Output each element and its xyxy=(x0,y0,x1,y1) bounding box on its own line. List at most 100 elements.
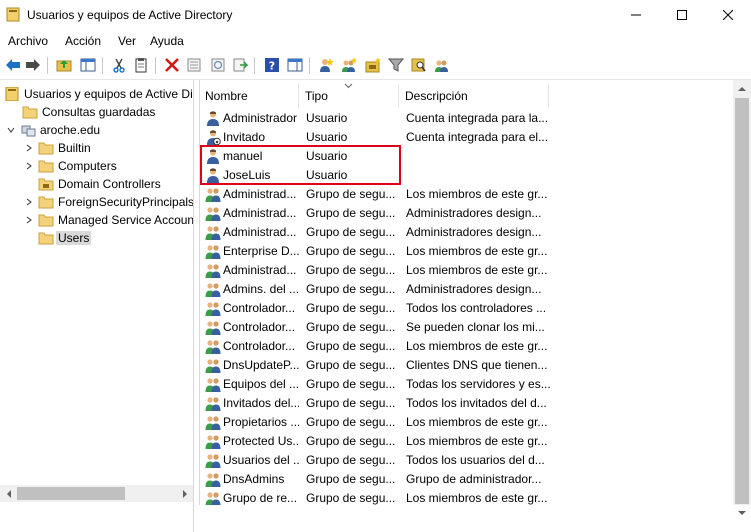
new-group-button[interactable] xyxy=(339,55,359,75)
table-row[interactable]: Enterprise D... Grupo de segu... Los miemb… xyxy=(200,241,732,260)
tree-item-aroche-edu[interactable]: aroche.edu xyxy=(6,121,100,139)
cell-tipo: Usuario xyxy=(306,129,348,144)
table-row[interactable]: Controlador... Grupo de segu... Todos los … xyxy=(200,298,732,317)
svg-text:?: ? xyxy=(269,60,275,73)
cell-nombre: Invitados del... xyxy=(205,393,299,412)
table-row[interactable]: Administrador Usuario Cuenta integrada par… xyxy=(200,108,732,127)
tree-item-builtin[interactable]: Builtin xyxy=(24,139,91,157)
group-icon xyxy=(205,282,221,297)
menu-accion[interactable]: Acción xyxy=(65,34,101,48)
scrollbar-thumb[interactable] xyxy=(735,98,749,504)
row-name: DnsAdmins xyxy=(223,471,285,486)
console-tree: Usuarios y equipos de Active Direc Consu… xyxy=(0,80,194,532)
tree-item-managed-service-accounts[interactable]: Managed Service Accounts xyxy=(24,211,193,229)
column-header-tipo[interactable]: Tipo xyxy=(300,83,399,108)
cell-tipo: Grupo de segu... xyxy=(306,395,396,410)
group-icon xyxy=(205,225,221,240)
tree-item-computers[interactable]: Computers xyxy=(24,157,117,175)
domain-icon xyxy=(21,125,36,137)
cell-tipo: Grupo de segu... xyxy=(306,452,396,467)
cell-descripcion: Cuenta integrada para la... xyxy=(406,110,549,125)
tree-item-users[interactable]: Users xyxy=(38,229,92,247)
copy-button[interactable] xyxy=(131,55,151,75)
forward-arrow-icon xyxy=(26,59,40,71)
properties-button[interactable] xyxy=(184,55,204,75)
scroll-down-button[interactable] xyxy=(733,504,751,521)
close-button[interactable] xyxy=(705,0,751,30)
tree-item-root[interactable]: Usuarios y equipos de Active Direc xyxy=(4,85,193,103)
table-row[interactable]: Controlador... Grupo de segu... Se pueden … xyxy=(200,317,732,336)
cell-tipo: Grupo de segu... xyxy=(306,243,396,258)
tree-item-domain-controllers[interactable]: Domain Controllers xyxy=(38,175,161,193)
new-group-icon xyxy=(342,57,357,72)
group-icon xyxy=(205,358,221,373)
up-level-button[interactable] xyxy=(54,55,74,75)
folder-icon xyxy=(38,232,54,245)
scrollbar-thumb[interactable] xyxy=(17,487,125,500)
column-label: Nombre xyxy=(205,89,248,103)
find-button[interactable] xyxy=(409,55,429,75)
add-to-group-icon xyxy=(435,60,448,72)
scroll-left-button[interactable] xyxy=(0,485,17,502)
table-row[interactable]: Controlador... Grupo de segu... Los miembr… xyxy=(200,336,732,355)
table-row[interactable]: Invitado Usuario Cuenta integrada para el.… xyxy=(200,127,732,146)
table-row[interactable]: DnsAdmins Grupo de segu... Grupo de admini… xyxy=(200,469,732,488)
cell-tipo: Grupo de segu... xyxy=(306,319,396,334)
menu-archivo[interactable]: Archivo xyxy=(8,34,48,48)
table-row[interactable]: Propietarios ... Grupo de segu... Los miem… xyxy=(200,412,732,431)
tree-horizontal-scrollbar[interactable] xyxy=(0,485,193,502)
collapsed-arrow-icon[interactable] xyxy=(24,215,34,225)
collapsed-arrow-icon[interactable] xyxy=(24,161,34,171)
add-to-group-button[interactable] xyxy=(432,55,452,75)
table-row[interactable]: Equipos del ... Grupo de segu... Todas los… xyxy=(200,374,732,393)
ad-app-icon xyxy=(6,7,20,22)
cell-tipo: Usuario xyxy=(306,110,348,125)
maximize-button[interactable] xyxy=(659,0,705,30)
menu-ver[interactable]: Ver xyxy=(118,34,136,48)
scroll-up-button[interactable] xyxy=(733,80,751,97)
help-button[interactable]: ? xyxy=(262,55,282,75)
tree-item-foreign-security-principals[interactable]: ForeignSecurityPrincipals xyxy=(24,193,193,211)
cell-nombre: DnsUpdateP... xyxy=(205,355,299,374)
cell-tipo: Grupo de segu... xyxy=(306,414,396,429)
new-ou-button[interactable] xyxy=(363,55,383,75)
delete-button[interactable] xyxy=(162,55,182,75)
chevron-down-icon xyxy=(738,510,746,515)
tree-item-label: Computers xyxy=(58,159,117,173)
cut-button[interactable] xyxy=(109,55,129,75)
show-action-pane-button[interactable] xyxy=(285,55,305,75)
table-row[interactable]: Administrad... Grupo de segu... Los miembr… xyxy=(200,184,732,203)
refresh-button[interactable] xyxy=(208,55,228,75)
table-row[interactable]: Admins. del ... Grupo de segu... Administr… xyxy=(200,279,732,298)
table-row[interactable]: Usuarios del ... Grupo de segu... Todos lo… xyxy=(200,450,732,469)
menu-bar: Archivo Acción Ver Ayuda xyxy=(0,30,751,51)
table-row[interactable]: Invitados del... Grupo de segu... Todos lo… xyxy=(200,393,732,412)
tree-item-consultas-guardadas[interactable]: Consultas guardadas xyxy=(22,103,155,121)
table-row[interactable]: Administrad... Grupo de segu... Administra… xyxy=(200,203,732,222)
scroll-right-button[interactable] xyxy=(176,485,193,502)
table-row[interactable]: DnsUpdateP... Grupo de segu... Clientes DN… xyxy=(200,355,732,374)
cell-nombre: Enterprise D... xyxy=(205,241,299,260)
filter-button[interactable] xyxy=(386,55,406,75)
export-list-button[interactable] xyxy=(230,55,250,75)
new-user-button[interactable] xyxy=(316,55,336,75)
show-console-tree-button[interactable] xyxy=(78,55,98,75)
expanded-arrow-icon[interactable] xyxy=(6,125,16,135)
row-name: Controlador... xyxy=(223,300,296,315)
maximize-icon xyxy=(677,10,687,20)
table-row[interactable]: Administrad... Grupo de segu... Los miembr… xyxy=(200,260,732,279)
column-header-nombre[interactable]: Nombre xyxy=(200,84,299,108)
forward-button[interactable] xyxy=(23,55,43,75)
menu-ayuda[interactable]: Ayuda xyxy=(150,34,184,48)
list-vertical-scrollbar[interactable] xyxy=(733,80,751,510)
table-row[interactable]: Protected Us... Grupo de segu... Los miemb… xyxy=(200,431,732,450)
row-name: Administrad... xyxy=(223,262,297,277)
collapsed-arrow-icon[interactable] xyxy=(24,197,34,207)
column-header-descripcion[interactable]: Descripción xyxy=(400,84,549,108)
cell-descripcion: Los miembros de este gr... xyxy=(406,186,548,201)
table-row[interactable]: Administrad... Grupo de segu... Administra… xyxy=(200,222,732,241)
minimize-button[interactable] xyxy=(613,0,659,30)
collapsed-arrow-icon[interactable] xyxy=(24,143,34,153)
back-button[interactable] xyxy=(3,55,23,75)
cell-descripcion: Todos los invitados del d... xyxy=(406,395,547,410)
